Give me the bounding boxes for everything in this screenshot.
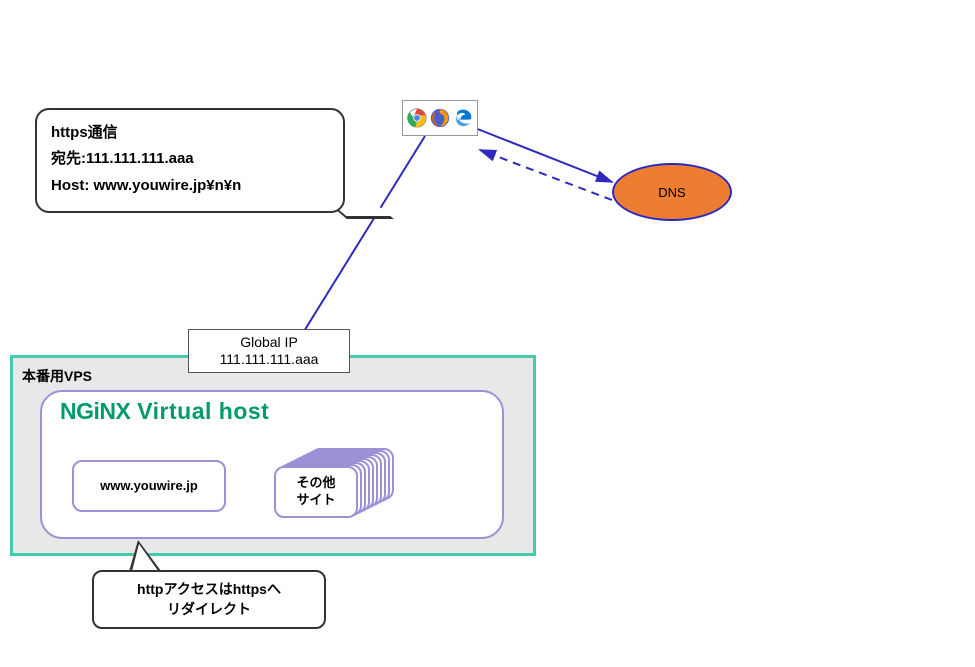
callout-line: https通信: [51, 120, 329, 146]
site-other: その他 サイト: [274, 466, 358, 518]
site-other-label: その他 サイト: [296, 475, 335, 509]
redirect-callout: httpアクセスはhttpsへ リダイレクト: [92, 570, 326, 629]
callout-line: 宛先:111.111.111.aaa: [51, 146, 329, 172]
global-ip-value: 111.111.111.aaa: [220, 351, 319, 369]
vps-label: 本番用VPS: [22, 366, 92, 386]
global-ip-label: Global IP: [240, 334, 298, 352]
nginx-logo-text: NGiNX: [60, 398, 130, 424]
chrome-icon: [407, 108, 427, 128]
firefox-icon: [430, 108, 450, 128]
edge-icon: [453, 108, 473, 128]
dns-node: DNS: [612, 163, 732, 221]
site-youwire: www.youwire.jp: [72, 460, 226, 512]
https-request-callout: https通信 宛先:111.111.111.aaa Host: www.you…: [35, 108, 345, 213]
virtual-host-text: Virtual host: [137, 398, 269, 424]
redirect-text: httpアクセスはhttpsへ リダイレクト: [137, 580, 281, 619]
browsers-box: [402, 100, 478, 136]
callout-line: Host: www.youwire.jp¥n¥n: [51, 173, 329, 199]
global-ip-box: Global IP 111.111.111.aaa: [188, 329, 350, 373]
dns-label: DNS: [658, 185, 685, 200]
nginx-title: NGiNX Virtual host: [60, 398, 269, 425]
site-label: www.youwire.jp: [100, 478, 198, 495]
